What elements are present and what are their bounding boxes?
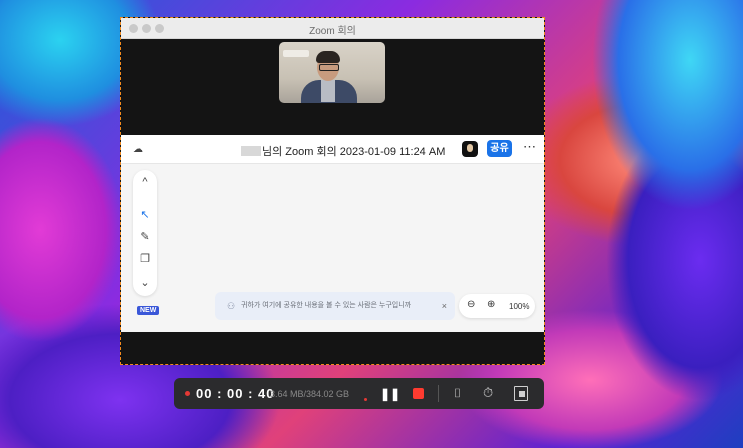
copy-icon[interactable]: ❐ bbox=[133, 252, 157, 265]
zoom-window: Zoom 회의 ☁ 님의 Zoom 회의 2023-01-09 11:24 AM… bbox=[120, 17, 545, 365]
pause-button[interactable]: ❚❚ bbox=[380, 387, 400, 401]
redacted-name bbox=[241, 146, 261, 156]
close-icon[interactable]: × bbox=[442, 292, 447, 320]
chevron-up-icon[interactable]: ^ bbox=[133, 176, 157, 188]
annotation-toolbar: ^ ↖ ✎ ❐ ⌄ bbox=[133, 170, 157, 296]
cloud-icon[interactable]: ☁ bbox=[133, 144, 143, 155]
window-title: Zoom 회의 bbox=[309, 26, 356, 37]
audio-dot bbox=[364, 398, 367, 401]
more-options-icon[interactable]: ⋯ bbox=[523, 139, 536, 155]
recording-indicator bbox=[185, 391, 190, 396]
share-notice: ⚇ 귀하가 여기에 공유한 내용을 볼 수 있는 사람은 누구입니까 × bbox=[215, 292, 455, 320]
video-collar bbox=[321, 80, 335, 102]
people-icon: ⚇ bbox=[227, 301, 236, 311]
meeting-header: ☁ 님의 Zoom 회의 2023-01-09 11:24 AM 공유 ⋯ bbox=[121, 135, 544, 164]
window-titlebar: Zoom 회의 bbox=[121, 18, 544, 39]
zoom-out-icon[interactable]: ⊖ bbox=[467, 299, 475, 310]
video-wall-unit bbox=[283, 50, 309, 57]
pointer-icon[interactable]: ↖ bbox=[133, 208, 157, 221]
pen-icon[interactable]: ✎ bbox=[133, 230, 157, 243]
stop-button[interactable] bbox=[413, 388, 424, 399]
zoom-level: 100% bbox=[509, 302, 530, 311]
meeting-title-text: 님의 Zoom 회의 2023-01-09 11:24 AM bbox=[262, 146, 446, 158]
zoom-controls: ⊖ ⊕ 100% bbox=[459, 294, 535, 318]
meeting-title: 님의 Zoom 회의 2023-01-09 11:24 AM bbox=[241, 143, 445, 159]
chevron-down-icon[interactable]: ⌄ bbox=[133, 276, 157, 289]
share-button[interactable]: 공유 bbox=[487, 140, 512, 157]
recorder-bar: 00 : 00 : 40 3.64 MB/384.02 GB ❚❚ ⌷ ⏱ bbox=[174, 378, 544, 409]
video-hair bbox=[316, 51, 340, 63]
recording-size: 3.64 MB/384.02 GB bbox=[270, 389, 350, 399]
zoom-in-icon[interactable]: ⊕ bbox=[487, 299, 495, 310]
whiteboard-area[interactable]: ☁ 님의 Zoom 회의 2023-01-09 11:24 AM 공유 ⋯ ^ … bbox=[121, 135, 544, 332]
avatar-icon[interactable] bbox=[462, 141, 478, 157]
video-glasses bbox=[319, 64, 339, 71]
screenshot-icon[interactable]: ⌷ bbox=[454, 386, 467, 400]
region-icon[interactable] bbox=[514, 386, 528, 401]
new-badge: NEW bbox=[137, 306, 160, 315]
divider bbox=[438, 385, 439, 402]
timer-icon[interactable]: ⏱ bbox=[483, 385, 493, 401]
recording-timer: 00 : 00 : 40 bbox=[196, 386, 275, 401]
share-notice-text: 귀하가 여기에 공유한 내용을 볼 수 있는 사람은 누구입니까 bbox=[241, 302, 412, 309]
participant-video[interactable] bbox=[279, 42, 385, 103]
